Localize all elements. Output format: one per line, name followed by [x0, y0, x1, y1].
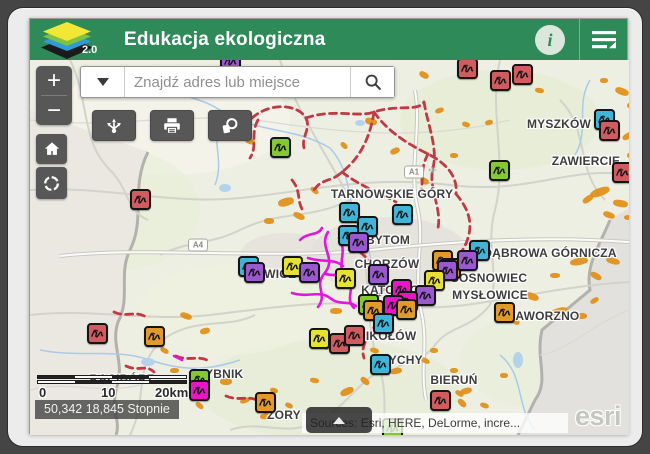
- scribble-icon: [601, 122, 618, 139]
- scribble-icon: [491, 162, 508, 179]
- scribble-icon: [375, 315, 392, 332]
- printer-icon: [161, 115, 183, 137]
- scribble-icon: [341, 204, 358, 221]
- info-icon: i: [547, 31, 552, 49]
- zoom-control: + −: [36, 66, 72, 125]
- app-version: 2.0: [82, 44, 97, 56]
- search-submit-button[interactable]: [350, 67, 394, 97]
- app-window: 2.0 Edukacja ekologiczna i: [29, 18, 628, 434]
- scale-bar: 0 10 20km: [37, 375, 187, 400]
- scribble-icon: [514, 66, 531, 83]
- search-input[interactable]: [125, 67, 350, 97]
- map-marker-orange[interactable]: [494, 302, 515, 323]
- scribble-icon: [492, 72, 509, 89]
- scribble-icon: [394, 206, 411, 223]
- home-icon: [42, 139, 62, 159]
- map-toolbar: [92, 110, 252, 141]
- menu-icon: [591, 29, 617, 51]
- scribble-icon: [417, 287, 434, 304]
- map-canvas[interactable]: MYSZKÓWZAWIERCIETARNOWSKIE GÓRYBYTOMCHOR…: [30, 60, 629, 435]
- map-marker-cyan[interactable]: [370, 354, 391, 375]
- map-marker-orange[interactable]: [396, 299, 417, 320]
- scribble-icon: [146, 328, 163, 345]
- attribute-search-button[interactable]: [208, 110, 252, 141]
- map-marker-red[interactable]: [430, 390, 451, 411]
- map-marker-red[interactable]: [87, 323, 108, 344]
- search-document-icon: [219, 115, 241, 137]
- map-marker-yellow[interactable]: [309, 328, 330, 349]
- attribution-toggle[interactable]: [306, 407, 372, 433]
- map-marker-magenta[interactable]: [189, 380, 210, 401]
- map-marker-red[interactable]: [512, 64, 533, 85]
- header-actions: i: [535, 19, 627, 60]
- scribble-icon: [398, 301, 415, 318]
- scale-bar-top: [37, 375, 187, 379]
- scribble-icon: [257, 394, 274, 411]
- scribble-icon: [350, 234, 367, 251]
- map-marker-purple[interactable]: [368, 264, 389, 285]
- home-button[interactable]: [36, 134, 67, 164]
- search-widget: [80, 66, 395, 98]
- coordinates-readout: 50,342 18,845 Stopnie: [35, 400, 179, 419]
- zoom-in-button[interactable]: +: [36, 66, 72, 95]
- page-title: Edukacja ekologiczna: [124, 29, 325, 51]
- scribble-icon: [246, 264, 263, 281]
- scale-label-0: 0: [39, 385, 46, 400]
- map-marker-yellow[interactable]: [335, 268, 356, 289]
- scale-label-10: 10: [101, 385, 115, 400]
- map-marker-red[interactable]: [612, 162, 630, 183]
- menu-button[interactable]: [580, 19, 627, 60]
- scribble-icon: [432, 392, 449, 409]
- map-marker-purple[interactable]: [457, 250, 478, 271]
- map-marker-red[interactable]: [457, 60, 478, 79]
- caret-down-icon: [97, 78, 109, 86]
- scribble-icon: [496, 304, 513, 321]
- zoom-out-button[interactable]: −: [36, 96, 72, 125]
- print-button[interactable]: [150, 110, 194, 141]
- map-marker-purple[interactable]: [244, 262, 265, 283]
- scribble-icon: [191, 382, 208, 399]
- share-icon: [103, 115, 125, 137]
- locate-button[interactable]: [36, 167, 67, 199]
- map-marker-orange[interactable]: [255, 392, 276, 413]
- share-button[interactable]: [92, 110, 136, 141]
- map-marker-cyan[interactable]: [392, 204, 413, 225]
- search-dropdown-button[interactable]: [81, 67, 125, 97]
- scribble-icon: [301, 264, 318, 281]
- window-frame: 2.0 Edukacja ekologiczna i: [7, 7, 643, 447]
- magnifier-icon: [362, 71, 384, 93]
- app-header: 2.0 Edukacja ekologiczna i: [30, 19, 627, 60]
- scale-label-20km: 20km: [155, 385, 188, 400]
- app-logo: 2.0: [38, 20, 98, 60]
- caret-up-icon: [333, 417, 345, 424]
- scribble-icon: [614, 164, 630, 181]
- map-marker-purple[interactable]: [415, 285, 436, 306]
- scribble-icon: [346, 327, 363, 344]
- map-marker-cyan[interactable]: [373, 313, 394, 334]
- scribble-icon: [372, 356, 389, 373]
- esri-logo: esri: [575, 401, 621, 432]
- scribble-icon: [89, 325, 106, 342]
- map-marker-red[interactable]: [130, 189, 151, 210]
- map-marker-red[interactable]: [599, 120, 620, 141]
- map-marker-purple[interactable]: [348, 232, 369, 253]
- map-marker-red[interactable]: [344, 325, 365, 346]
- locate-icon: [41, 173, 62, 194]
- scribble-icon: [459, 60, 476, 77]
- info-button[interactable]: i: [535, 25, 565, 55]
- map-marker-green[interactable]: [270, 137, 291, 158]
- scribble-icon: [459, 252, 476, 269]
- scribble-icon: [337, 270, 354, 287]
- scribble-icon: [272, 139, 289, 156]
- map-marker-purple[interactable]: [299, 262, 320, 283]
- scribble-icon: [370, 266, 387, 283]
- map-marker-red[interactable]: [490, 70, 511, 91]
- scribble-icon: [132, 191, 149, 208]
- map-marker-orange[interactable]: [144, 326, 165, 347]
- scribble-icon: [311, 330, 328, 347]
- map-marker-green[interactable]: [489, 160, 510, 181]
- scribble-icon: [284, 258, 301, 275]
